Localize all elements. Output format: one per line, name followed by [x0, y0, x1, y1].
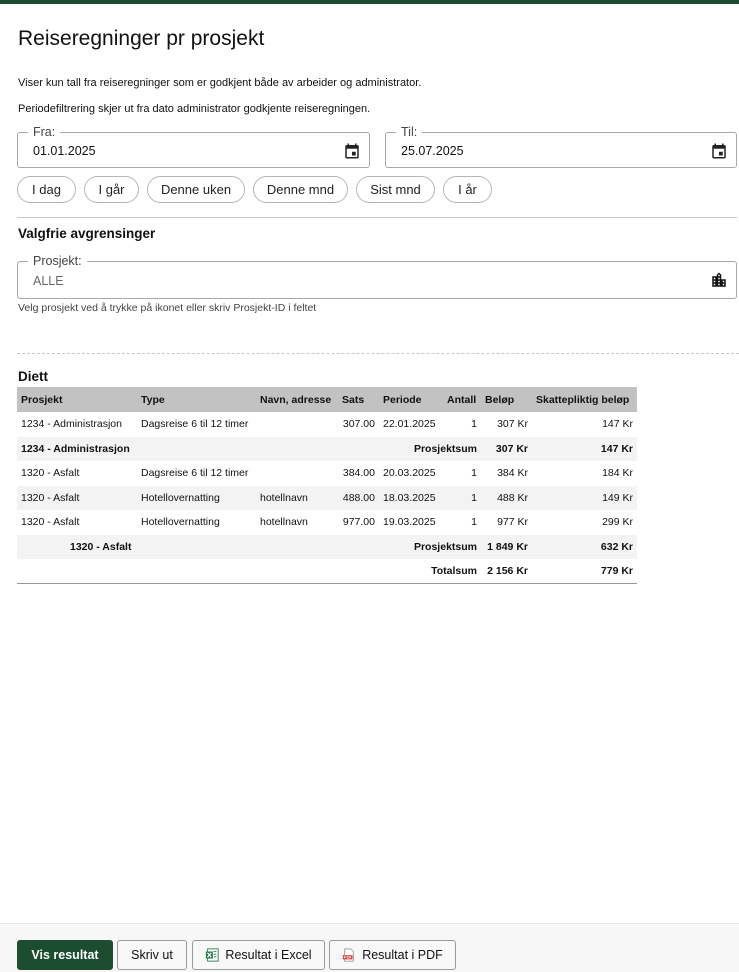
cell-sats: 307.00 [342, 418, 375, 431]
to-date-value[interactable]: 25.07.2025 [401, 144, 464, 158]
cell-prosjekt: 1234 - Administrasjon [17, 436, 256, 461]
cell-periode: 20.03.2025 [383, 467, 436, 480]
cell-skatt: 147 Kr [532, 436, 637, 461]
project-field[interactable]: Prosjekt: ALLE [17, 254, 737, 299]
cell-skatt: 149 Kr [602, 491, 633, 504]
print-button[interactable]: Skriv ut [117, 940, 187, 970]
range-yesterday-button[interactable]: I går [84, 176, 139, 203]
cell-antall: 1 [471, 516, 477, 529]
from-date-label: Fra: [28, 125, 61, 139]
cell-belop: 488 Kr [497, 491, 528, 504]
total-row: Totalsum 2 156 Kr 779 Kr [17, 559, 637, 584]
to-date-field[interactable]: Til: 25.07.2025 [385, 125, 737, 168]
info-text-period: Periodefiltrering skjer ut fra dato admi… [18, 103, 371, 115]
column-header[interactable]: Navn, adresse [256, 387, 338, 412]
column-header[interactable]: Sats [338, 387, 379, 412]
sum-label: Prosjektsum [256, 534, 481, 559]
cell-skatt: 299 Kr [602, 516, 633, 529]
project-sum-row: 1234 - Administrasjon Prosjektsum 307 Kr… [17, 436, 637, 461]
range-this-month-button[interactable]: Denne mnd [253, 176, 348, 203]
range-this-year-button[interactable]: I år [443, 176, 492, 203]
cell-type: Dagsreise 6 til 12 timer [141, 418, 249, 431]
cell-belop: 977 Kr [497, 516, 528, 529]
pdf-button[interactable]: Resultat i PDF [329, 940, 456, 970]
range-last-month-button[interactable]: Sist mnd [356, 176, 435, 203]
section-divider [17, 217, 737, 218]
cell-periode: 18.03.2025 [383, 491, 436, 504]
project-hint: Velg prosjekt ved å trykke på ikonet ell… [18, 302, 317, 314]
cell-antall: 1 [471, 467, 477, 480]
column-header[interactable]: Periode [379, 387, 443, 412]
column-header[interactable]: Antall [443, 387, 481, 412]
cell-prosjekt: 1320 - Asfalt [21, 491, 80, 504]
table-row: 1234 - Administrasjon Dagsreise 6 til 12… [17, 412, 637, 437]
show-results-button[interactable]: Vis resultat [17, 940, 113, 970]
cell-navn [256, 412, 338, 437]
table-row: 1320 - Asfalt Hotellovernatting hotellna… [17, 485, 637, 510]
calendar-icon[interactable] [343, 142, 361, 160]
column-header[interactable]: Prosjekt [17, 387, 137, 412]
cell-periode: 19.03.2025 [383, 516, 436, 529]
cell-sats: 488.00 [342, 491, 375, 504]
cell-belop: 307 Kr [497, 418, 528, 431]
excel-button[interactable]: Resultat i Excel [192, 940, 325, 970]
cell-prosjekt: 1320 - Asfalt [21, 516, 80, 529]
cell-antall: 1 [471, 491, 477, 504]
cell-skatt: 184 Kr [602, 467, 633, 480]
cell-type: Dagsreise 6 til 12 timer [141, 467, 249, 480]
cell-sats: 384.00 [342, 467, 375, 480]
to-date-label: Til: [396, 125, 423, 139]
cell-navn: hotellnavn [260, 516, 308, 529]
optional-filters-title: Valgfrie avgrensinger [18, 226, 156, 241]
total-skatt: 779 Kr [532, 559, 637, 584]
column-header[interactable]: Beløp [481, 387, 532, 412]
excel-icon [206, 948, 219, 962]
cell-belop: 307 Kr [481, 436, 532, 461]
range-this-week-button[interactable]: Denne uken [147, 176, 245, 203]
cell-navn [256, 461, 338, 486]
table-bottom-border [17, 583, 637, 584]
pdf-icon [343, 948, 355, 962]
dashed-divider [17, 353, 739, 354]
building-icon[interactable] [710, 271, 728, 289]
top-accent-bar [0, 0, 739, 4]
table-row: 1320 - Asfalt Dagsreise 6 til 12 timer 3… [17, 461, 637, 486]
column-header[interactable]: Skattepliktig beløp [532, 387, 637, 412]
cell-prosjekt: 1234 - Administrasjon [21, 418, 122, 431]
calendar-icon[interactable] [710, 142, 728, 160]
diett-table: Prosjekt Type Navn, adresse Sats Periode… [17, 387, 637, 584]
excel-button-label: Resultat i Excel [225, 948, 312, 962]
pdf-button-label: Resultat i PDF [362, 948, 443, 962]
range-today-button[interactable]: I dag [17, 176, 76, 203]
project-input[interactable]: ALLE [33, 274, 64, 288]
total-label: Totalsum [17, 559, 481, 584]
diett-title: Diett [18, 369, 48, 384]
cell-prosjekt: 1320 - Asfalt [21, 467, 80, 480]
sum-label: Prosjektsum [256, 436, 481, 461]
page-title: Reiseregninger pr prosjekt [18, 27, 265, 50]
cell-prosjekt: 1320 - Asfalt [17, 534, 256, 559]
cell-belop: 1 849 Kr [481, 534, 532, 559]
cell-sats: 977.00 [342, 516, 375, 529]
column-header[interactable]: Type [137, 387, 256, 412]
cell-belop: 384 Kr [497, 467, 528, 480]
from-date-field[interactable]: Fra: 01.01.2025 [17, 125, 370, 168]
from-date-value[interactable]: 01.01.2025 [33, 144, 96, 158]
project-label: Prosjekt: [28, 254, 87, 268]
cell-skatt: 632 Kr [532, 534, 637, 559]
table-header-row: Prosjekt Type Navn, adresse Sats Periode… [17, 387, 637, 412]
project-sum-row: 1320 - Asfalt Prosjektsum 1 849 Kr 632 K… [17, 534, 637, 559]
cell-type: Hotellovernatting [141, 491, 220, 504]
cell-periode: 22.01.2025 [383, 418, 436, 431]
cell-navn: hotellnavn [260, 491, 308, 504]
info-text-approval: Viser kun tall fra reiseregninger som er… [18, 77, 422, 89]
cell-skatt: 147 Kr [602, 418, 633, 431]
total-belop: 2 156 Kr [481, 559, 532, 584]
cell-type: Hotellovernatting [141, 516, 220, 529]
cell-antall: 1 [471, 418, 477, 431]
table-row: 1320 - Asfalt Hotellovernatting hotellna… [17, 510, 637, 535]
